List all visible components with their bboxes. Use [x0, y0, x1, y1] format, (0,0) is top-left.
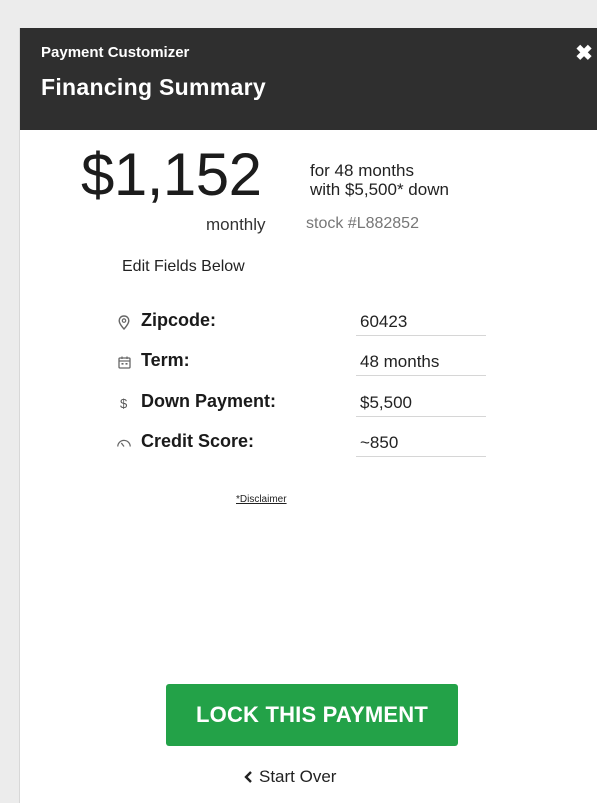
disclaimer-link[interactable]: *Disclaimer — [236, 494, 287, 505]
term-row: Term: — [116, 348, 488, 382]
gauge-icon — [116, 435, 132, 451]
credit-score-row: Credit Score: — [116, 429, 488, 463]
svg-text:$: $ — [120, 396, 128, 410]
financing-terms: for 48 months with $5,500* down — [310, 161, 449, 199]
zipcode-label: Zipcode: — [141, 310, 216, 330]
dollar-icon: $ — [116, 395, 132, 411]
panel-header: Payment Customizer Financing Summary ✖ — [20, 28, 597, 130]
credit-score-label: Credit Score: — [141, 431, 255, 451]
chevron-left-icon — [244, 767, 253, 787]
close-icon: ✖ — [575, 42, 593, 65]
lock-payment-button[interactable]: LOCK THIS PAYMENT — [166, 684, 458, 746]
payment-customizer-panel: Payment Customizer Financing Summary ✖ $… — [19, 28, 597, 803]
down-payment-row: $ Down Payment: — [116, 389, 488, 423]
term-line: for 48 months — [310, 161, 414, 180]
edit-fields-label: Edit Fields Below — [122, 258, 245, 275]
panel-subtitle: Payment Customizer — [41, 44, 190, 61]
panel-title: Financing Summary — [41, 74, 266, 100]
down-payment-label: Down Payment: — [141, 391, 277, 411]
location-pin-icon — [116, 314, 132, 330]
monthly-payment-amount: $1,152 — [81, 141, 262, 208]
start-over-link[interactable]: Start Over — [244, 767, 336, 787]
start-over-label: Start Over — [259, 767, 337, 786]
zipcode-input[interactable] — [356, 308, 486, 336]
calendar-icon — [116, 354, 132, 370]
credit-score-input[interactable] — [356, 429, 486, 457]
zipcode-row: Zipcode: — [116, 308, 488, 342]
close-button[interactable]: ✖ — [572, 42, 596, 66]
payment-period: monthly — [206, 215, 266, 234]
down-payment-line: with $5,500* down — [310, 180, 449, 199]
down-payment-input[interactable] — [356, 389, 486, 417]
term-input[interactable] — [356, 348, 486, 376]
term-label: Term: — [141, 350, 190, 370]
stock-number: stock #L882852 — [306, 215, 419, 232]
